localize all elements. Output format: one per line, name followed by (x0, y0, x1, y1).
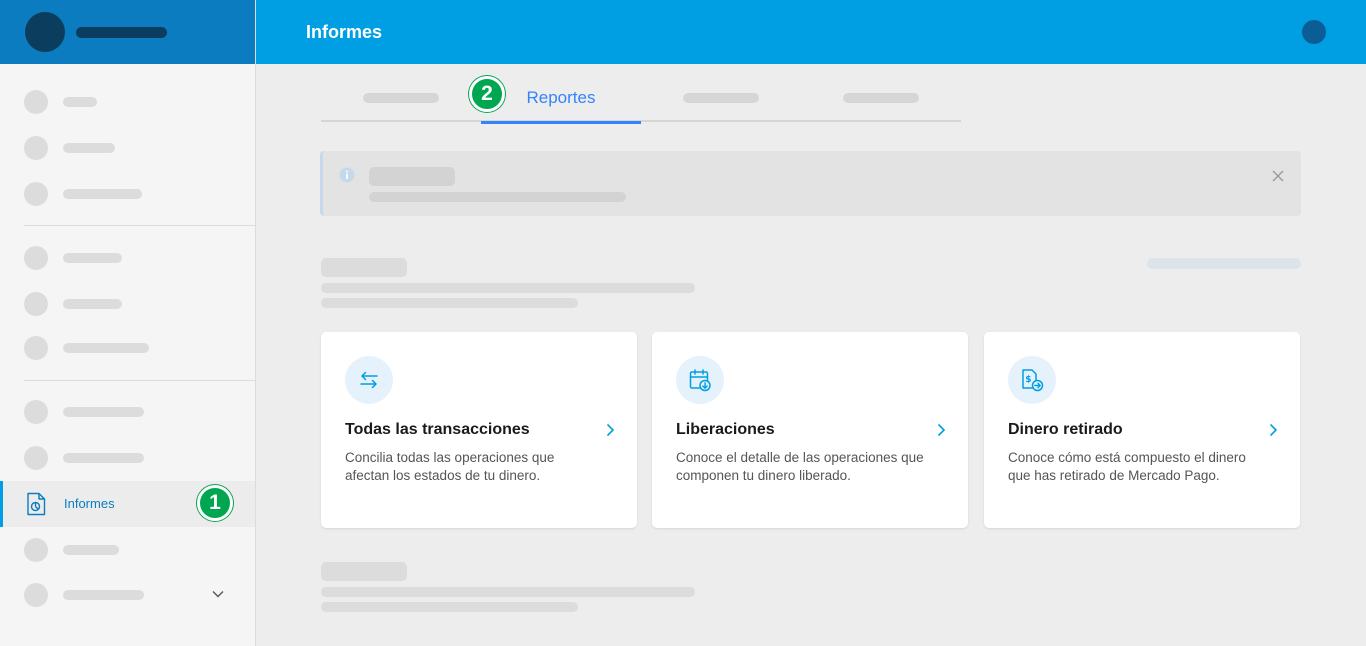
tab-label-placeholder (843, 93, 919, 103)
report-card-dinero-retirado[interactable]: $ Dinero retirado Conoce cómo está compu… (984, 332, 1300, 528)
sidebar-item[interactable] (0, 171, 255, 217)
section-text-placeholder (321, 298, 578, 308)
sidebar-item[interactable] (0, 435, 255, 481)
sidebar-item-label-placeholder (63, 253, 122, 263)
sidebar-item-label: Informes (64, 496, 115, 511)
sidebar-item-label-placeholder (63, 343, 149, 353)
banner-title-placeholder (369, 167, 455, 186)
tab-label: Reportes (526, 88, 596, 107)
close-icon[interactable] (1271, 169, 1285, 183)
sidebar-item-icon-placeholder (24, 446, 48, 470)
svg-text:$: $ (1025, 375, 1031, 385)
card-icon-container (676, 356, 724, 404)
section-title-placeholder (321, 562, 407, 581)
user-avatar[interactable] (25, 12, 65, 52)
sidebar-item-label-placeholder (63, 189, 142, 199)
sidebar-item[interactable] (0, 125, 255, 171)
sidebar-item-expandable[interactable] (0, 572, 255, 618)
sidebar-item-label-placeholder (63, 407, 144, 417)
section-text-placeholder (321, 587, 695, 597)
sidebar-item-icon-placeholder (24, 336, 48, 360)
card-title: Dinero retirado (1008, 421, 1123, 438)
sidebar-item-label-placeholder (63, 97, 97, 107)
sidebar-item[interactable] (0, 281, 255, 327)
tab-label-placeholder (683, 93, 759, 103)
section-text-placeholder (321, 602, 578, 612)
card-title: Liberaciones (676, 421, 775, 438)
tab-active-underline (481, 121, 641, 124)
info-banner (320, 151, 1301, 216)
card-icon-container: $ (1008, 356, 1056, 404)
sidebar-item-label-placeholder (63, 545, 119, 555)
money-document-icon: $ (1022, 369, 1044, 392)
sidebar: Informes (0, 0, 256, 646)
sidebar-item-icon-placeholder (24, 182, 48, 206)
sidebar-item[interactable] (0, 235, 255, 281)
sidebar-item[interactable] (0, 527, 255, 573)
calendar-download-icon (689, 369, 711, 392)
report-card-liberaciones[interactable]: Liberaciones Conoce el detalle de las op… (652, 332, 968, 528)
sidebar-item-icon-placeholder (24, 538, 48, 562)
user-name-placeholder (76, 27, 167, 38)
sidebar-item[interactable] (0, 79, 255, 125)
active-indicator (0, 481, 3, 527)
top-user-avatar[interactable] (1302, 20, 1326, 44)
sidebar-item-icon-placeholder (24, 583, 48, 607)
chevron-right-icon[interactable] (1266, 422, 1280, 438)
card-icon-container (345, 356, 393, 404)
report-card-transacciones[interactable]: Todas las transacciones Concilia todas l… (321, 332, 637, 528)
sidebar-item[interactable] (0, 389, 255, 435)
tab-placeholder[interactable] (321, 76, 481, 122)
report-document-icon (27, 492, 46, 516)
transfer-arrows-icon (360, 371, 378, 389)
sidebar-item-icon-placeholder (24, 136, 48, 160)
sidebar-item-label-placeholder (63, 453, 144, 463)
section-link-placeholder[interactable] (1147, 258, 1301, 269)
card-title: Todas las transacciones (345, 421, 530, 438)
tab-bar: Reportes (321, 76, 961, 124)
sidebar-header (0, 0, 255, 64)
sidebar-item[interactable] (0, 325, 255, 371)
card-description: Conoce el detalle de las operaciones que… (676, 450, 924, 483)
sidebar-item-label-placeholder (63, 590, 144, 600)
sidebar-item-icon-placeholder (24, 90, 48, 114)
chevron-down-icon[interactable] (210, 586, 226, 602)
step-badge-2: 2 (469, 76, 505, 112)
top-bar: Informes (256, 0, 1366, 64)
card-description: Conoce cómo está compuesto el dinero que… (1008, 450, 1246, 483)
card-description: Concilia todas las operaciones que afect… (345, 450, 555, 483)
banner-text-placeholder (369, 192, 626, 202)
sidebar-divider (24, 225, 255, 226)
sidebar-item-icon-placeholder (24, 246, 48, 270)
sidebar-divider (24, 380, 255, 381)
sidebar-item-label-placeholder (63, 299, 122, 309)
tab-reportes[interactable]: Reportes (481, 76, 641, 124)
sidebar-item-label-placeholder (63, 143, 115, 153)
tab-placeholder[interactable] (801, 76, 961, 122)
sidebar-item-icon-placeholder (24, 292, 48, 316)
section-text-placeholder (321, 283, 695, 293)
tab-label-placeholder (363, 93, 439, 103)
step-badge-1: 1 (197, 485, 233, 521)
chevron-right-icon[interactable] (934, 422, 948, 438)
section-title-placeholder (321, 258, 407, 277)
tab-placeholder[interactable] (641, 76, 801, 122)
sidebar-item-icon-placeholder (24, 400, 48, 424)
info-icon (339, 167, 355, 183)
chevron-right-icon[interactable] (603, 422, 617, 438)
page-title: Informes (306, 22, 383, 42)
